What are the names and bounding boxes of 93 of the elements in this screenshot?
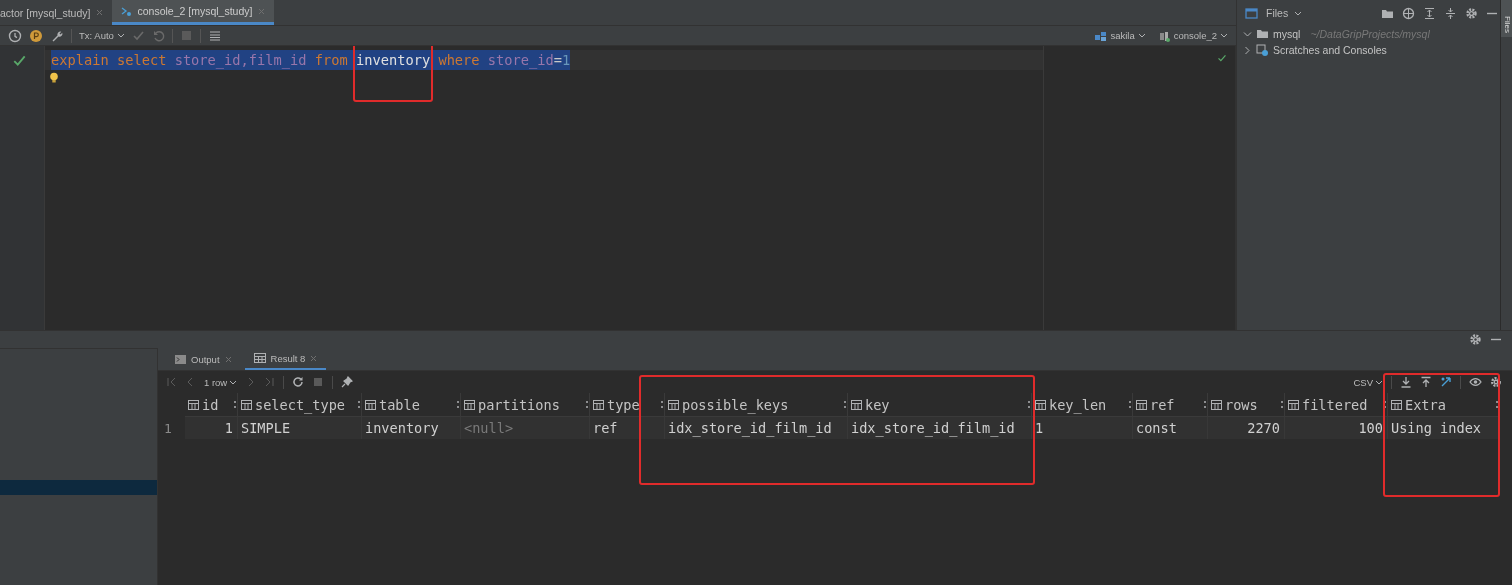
table-icon[interactable]	[252, 351, 267, 365]
column-icon	[241, 398, 252, 411]
tree-item[interactable]: Scratches and Consoles	[1237, 42, 1500, 58]
table-cell: idx_store_id_film_id	[848, 417, 1032, 439]
table-cell: Using index	[1388, 417, 1500, 439]
pin-icon[interactable]	[341, 376, 354, 388]
session-dropdown[interactable]: console_2	[1158, 29, 1228, 42]
sort-icon[interactable]	[233, 399, 237, 410]
result-tab[interactable]: Output	[166, 348, 241, 370]
row-count-dropdown[interactable]: 1 row	[204, 376, 238, 388]
scratch-icon	[1256, 43, 1269, 57]
sort-icon[interactable]	[1128, 399, 1132, 410]
expand-all-icon[interactable]	[1423, 6, 1436, 20]
table-cell: 100	[1285, 417, 1388, 439]
table-cell: SIMPLE	[238, 417, 362, 439]
sort-icon[interactable]	[660, 399, 664, 410]
table-cell: 2270	[1208, 417, 1285, 439]
sort-icon[interactable]	[1203, 399, 1207, 410]
console-icon	[120, 5, 133, 17]
column-icon	[668, 398, 679, 411]
sort-icon[interactable]	[1027, 399, 1031, 410]
table-cell: idx_store_id_film_id	[665, 417, 848, 439]
caret-icon[interactable]	[1137, 32, 1146, 39]
sql-keyword: where	[438, 52, 480, 68]
console-icon	[1158, 29, 1171, 42]
caret-icon[interactable]	[1294, 9, 1303, 17]
sort-icon[interactable]	[585, 399, 589, 410]
sql-keyword: from	[314, 52, 348, 68]
database-icon	[1094, 29, 1108, 42]
console-icon	[174, 352, 187, 366]
sort-icon[interactable]	[843, 399, 847, 410]
column-icon	[188, 398, 199, 411]
editor-tab[interactable]: console_2 [mysql_study]	[112, 0, 275, 25]
folder-icon	[1256, 28, 1269, 40]
export-format-dropdown[interactable]: CSV	[1353, 376, 1383, 388]
editor-tab[interactable]: actor [mysql_study]	[0, 0, 113, 25]
upload-icon[interactable]	[1420, 376, 1432, 388]
settings-icon[interactable]	[1465, 6, 1478, 20]
sql-number: 1	[562, 52, 571, 68]
sql-identifier: store_id	[487, 52, 554, 68]
table-cell: ref	[590, 417, 665, 439]
results-icon[interactable]	[207, 28, 222, 43]
download-icon[interactable]	[1400, 376, 1412, 388]
settings-icon[interactable]	[1490, 376, 1502, 388]
eye-icon[interactable]	[1469, 376, 1482, 388]
column-icon	[1211, 398, 1222, 411]
caret-icon[interactable]	[1375, 378, 1383, 386]
tree-item[interactable]: mysql ~/DataGripProjects/mysql	[1237, 26, 1500, 42]
table-cell: inventory	[362, 417, 461, 439]
window-icon	[1245, 6, 1258, 20]
sort-icon[interactable]	[1280, 399, 1284, 410]
column-icon	[1288, 398, 1299, 411]
column-icon	[365, 398, 376, 411]
status-check-icon[interactable]	[12, 53, 27, 68]
panel-title-dropdown[interactable]: Files	[1245, 6, 1305, 20]
column-icon	[1035, 398, 1046, 411]
sql-identifier: inventory	[355, 52, 431, 68]
row-number: 1	[163, 419, 173, 438]
settings-icon[interactable]	[1469, 333, 1482, 346]
transaction-dropdown[interactable]: Tx: Auto	[79, 30, 125, 41]
column-icon	[593, 398, 604, 411]
table-cell: <null>	[461, 417, 590, 439]
caret-icon[interactable]	[229, 378, 238, 386]
sort-icon[interactable]	[357, 399, 361, 410]
column-icon	[1136, 398, 1147, 411]
caret-icon[interactable]	[1220, 32, 1228, 39]
sql-identifier: store_id,film_id	[174, 52, 307, 68]
table-cell: 1	[185, 417, 238, 439]
refresh-icon[interactable]	[292, 376, 305, 388]
collapse-all-icon[interactable]	[1444, 6, 1457, 20]
tool-window-tab[interactable]: Files	[1501, 0, 1512, 37]
column-icon	[464, 398, 475, 411]
sort-icon[interactable]	[1495, 399, 1499, 410]
status-check-icon[interactable]	[1217, 53, 1227, 63]
table-cell: const	[1133, 417, 1208, 439]
lightbulb-icon[interactable]	[49, 72, 59, 83]
caret-icon[interactable]	[116, 32, 125, 39]
sort-icon[interactable]	[456, 399, 460, 410]
crosshair-icon[interactable]	[1402, 6, 1415, 20]
column-icon	[1391, 398, 1402, 411]
column-icon	[851, 398, 862, 411]
sort-icon[interactable]	[1383, 399, 1387, 410]
chevron-icon[interactable]	[1243, 29, 1252, 39]
chevron-icon[interactable]	[1243, 45, 1252, 55]
check-icon[interactable]	[131, 29, 145, 42]
sql-operator: =	[553, 52, 563, 68]
sql-keyword: explain	[51, 52, 109, 68]
table-cell: 1	[1032, 417, 1133, 439]
clock-icon[interactable]	[8, 28, 22, 43]
sql-keyword: select	[116, 52, 167, 68]
data-source-dropdown[interactable]: sakila	[1094, 29, 1146, 42]
compare-icon[interactable]	[1440, 376, 1452, 388]
coin-icon[interactable]	[29, 28, 43, 43]
